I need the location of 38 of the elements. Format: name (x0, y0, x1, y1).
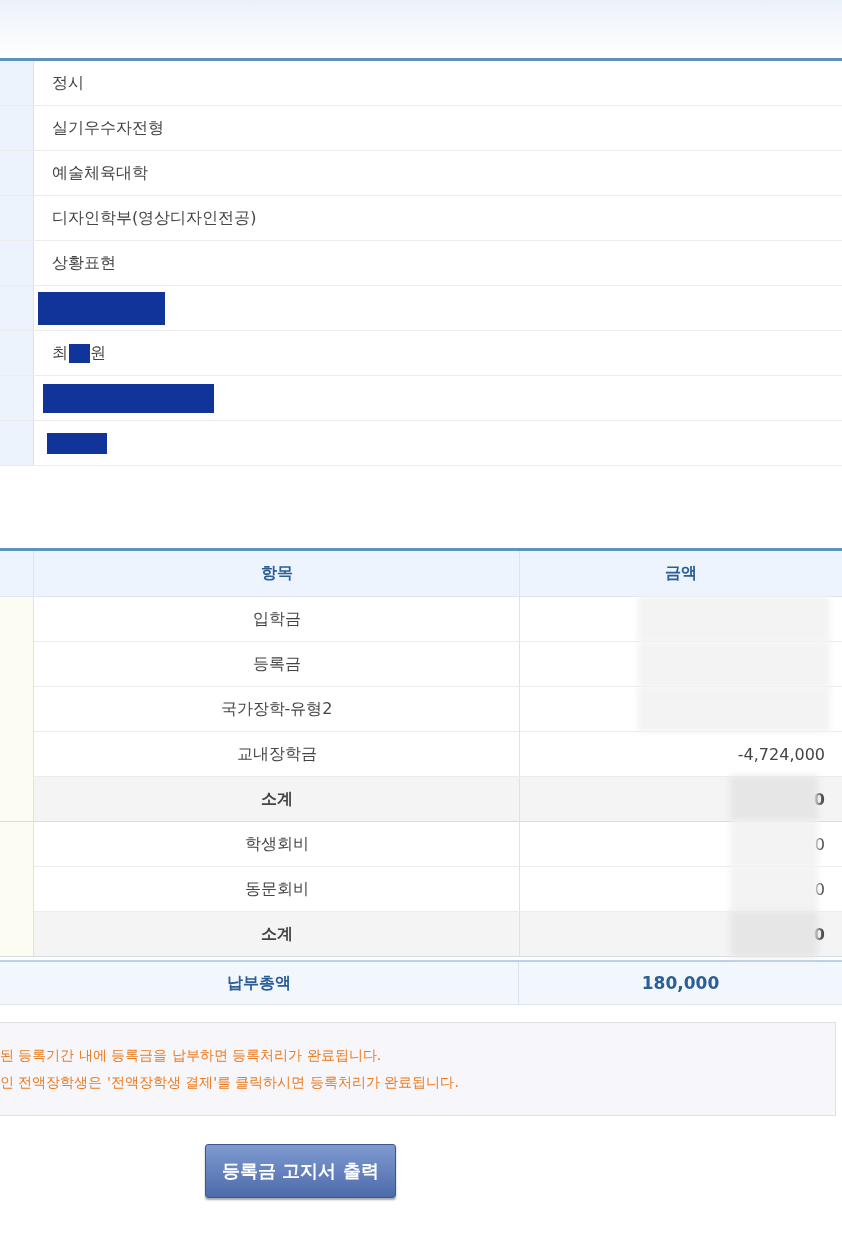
label-cell (0, 286, 34, 330)
label-cell (0, 376, 34, 420)
amount-value: -4,724,000 (737, 744, 825, 764)
label-cell (0, 421, 34, 465)
table-cell: 교내장학금 (34, 732, 520, 776)
total-label: 납부총액 (0, 962, 519, 1004)
label-cell (0, 196, 34, 240)
table-cell: 동문회비 (34, 867, 520, 911)
column-header: 항목 (34, 551, 520, 596)
info-value: 원 (90, 342, 106, 364)
info-value: 예술체육대학 (52, 162, 148, 184)
label-cell (0, 241, 34, 285)
table-cell: 소계 (34, 777, 520, 821)
label-cell (0, 61, 34, 105)
table-cell: 입학금 (34, 597, 520, 641)
info-value: 실기우수자전형 (52, 117, 164, 139)
info-value: 정시 (52, 72, 84, 94)
table-cell: 소계 (34, 912, 520, 956)
notice-text: 인 전액장학생은 '전액장학생 결제'를 클릭하시면 등록처리가 완료됩니다. (0, 1073, 460, 1092)
info-value: 최 (52, 342, 68, 364)
total-amount: 180,000 (640, 972, 721, 995)
amount-value: 0 (814, 834, 825, 854)
info-value: 디자인학부(영상디자인전공) (52, 207, 257, 229)
redaction-block (47, 432, 107, 454)
table-cell: 등록금 (34, 642, 520, 686)
amount-value: 0 (813, 789, 825, 809)
notice-text: 된 등록기간 내에 등록금을 납부하면 등록처리가 완료됩니다. (0, 1046, 383, 1065)
column-header: 금액 (664, 562, 698, 584)
amount-value: 0 (813, 924, 825, 944)
table-cell: 국가장학-유형2 (34, 687, 520, 731)
label-cell (0, 106, 34, 150)
table-cell: 학생회비 (34, 822, 520, 866)
label-cell (0, 151, 34, 195)
label-cell (0, 331, 34, 375)
print-button[interactable]: 등록금 고지서 출력 (205, 1144, 396, 1198)
info-value: 상황표현 (52, 252, 116, 274)
redaction-block (69, 343, 90, 363)
amount-value: 0 (814, 879, 825, 899)
